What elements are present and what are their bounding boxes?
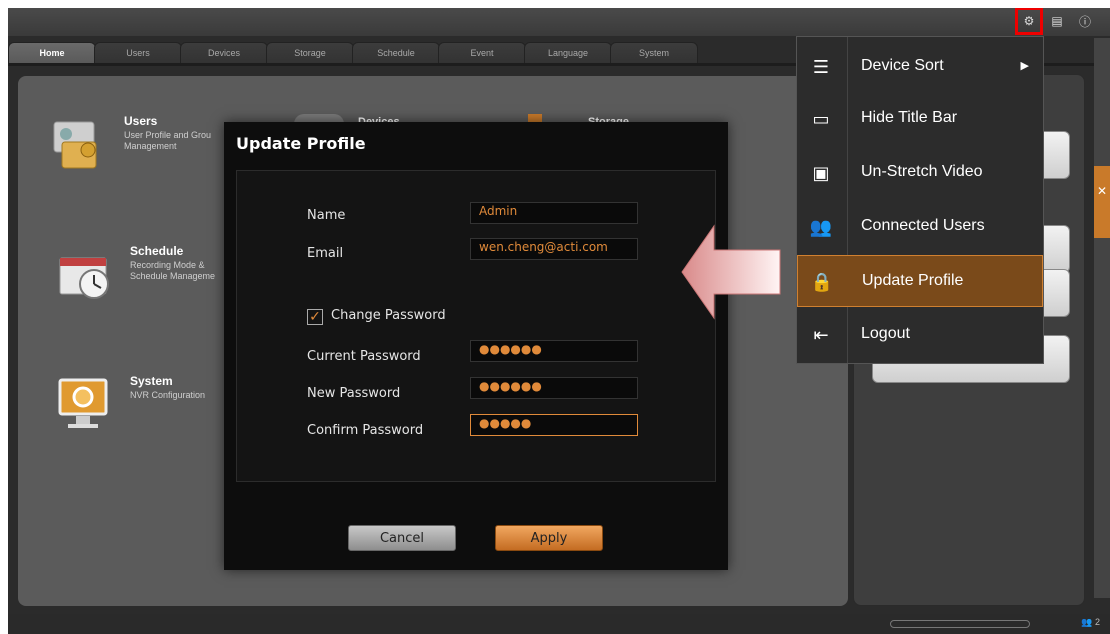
users-count: 2 xyxy=(1094,617,1100,627)
update-profile-dialog: Update Profile Name Admin Email wen.chen… xyxy=(224,122,728,570)
menu-item-label: Hide Title Bar xyxy=(861,109,958,126)
change-password-checkbox[interactable]: ✓ xyxy=(307,309,323,325)
lock-icon: 🔒 xyxy=(810,271,834,293)
home-item-title: System xyxy=(130,374,173,388)
cancel-button[interactable]: Cancel xyxy=(348,525,456,551)
tab-devices[interactable]: Devices xyxy=(180,42,268,64)
tools-icon[interactable]: ✕ xyxy=(1094,166,1110,238)
menu-item-label: Device Sort xyxy=(861,57,944,74)
home-item-desc: User Profile and Grou Management xyxy=(124,130,212,151)
menu-item-label: Update Profile xyxy=(862,272,964,289)
current-password-label: Current Password xyxy=(307,349,421,364)
tab-system[interactable]: System xyxy=(610,42,698,64)
menu-item-update-profile[interactable]: 🔒 Update Profile xyxy=(797,255,1043,307)
settings-gear-icon[interactable]: ⚙ xyxy=(1015,8,1043,35)
change-password-label: Change Password xyxy=(331,308,446,323)
home-item-desc: Recording Mode & Schedule Manageme xyxy=(130,260,216,281)
home-item-users[interactable]: Users User Profile and Grou Management xyxy=(48,114,211,178)
tab-home[interactable]: Home xyxy=(8,42,96,64)
home-item-title: Schedule xyxy=(130,244,184,258)
title-bar: ⚙ ▤ ⓘ xyxy=(8,8,1110,36)
tab-language[interactable]: Language xyxy=(524,42,612,64)
tab-schedule[interactable]: Schedule xyxy=(352,42,440,64)
tab-event[interactable]: Event xyxy=(438,42,526,64)
new-password-label: New Password xyxy=(307,386,401,401)
menu-item-label: Un-Stretch Video xyxy=(861,163,983,180)
menu-item-unstretch-video[interactable]: ▣ Un-Stretch Video xyxy=(797,147,1043,199)
tab-storage[interactable]: Storage xyxy=(266,42,354,64)
users-icon: 👥 xyxy=(809,216,833,238)
menu-item-connected-users[interactable]: 👥 Connected Users xyxy=(797,201,1043,253)
calendar-clock-icon xyxy=(59,257,109,299)
menu-item-device-sort[interactable]: ☰ Device Sort ▶ xyxy=(797,41,1043,93)
users-small-icon: 👥 xyxy=(1081,617,1093,627)
users-card-icon xyxy=(53,121,97,169)
title-bar-icons: ⚙ ▤ ⓘ xyxy=(1015,8,1094,35)
home-item-desc: NVR Configuration xyxy=(130,390,206,400)
menu-item-hide-title-bar[interactable]: ▭ Hide Title Bar xyxy=(797,93,1043,145)
info-icon[interactable]: ⓘ xyxy=(1076,12,1094,30)
status-progress-track xyxy=(890,620,1030,628)
home-item-schedule[interactable]: Schedule Recording Mode & Schedule Manag… xyxy=(54,244,215,308)
side-collapse-strip[interactable] xyxy=(1094,38,1110,598)
menu-item-label: Connected Users xyxy=(861,217,985,234)
new-password-field[interactable]: ●●●●●● xyxy=(470,377,638,399)
document-icon[interactable]: ▤ xyxy=(1048,12,1066,30)
connected-users-count: 👥 2 xyxy=(1081,617,1100,628)
email-label: Email xyxy=(307,246,344,261)
tab-users[interactable]: Users xyxy=(94,42,182,64)
window-frame-icon: ▭ xyxy=(812,108,830,130)
home-item-system[interactable]: System NVR Configuration xyxy=(54,374,205,438)
name-field[interactable]: Admin xyxy=(470,202,638,224)
logout-icon: ⇤ xyxy=(813,324,829,346)
apply-button[interactable]: Apply xyxy=(495,525,603,551)
submenu-arrow-icon: ▶ xyxy=(1020,59,1029,72)
pointer-arrow-icon xyxy=(681,224,781,320)
current-password-field[interactable]: ●●●●●● xyxy=(470,340,638,362)
menu-item-label: Logout xyxy=(861,325,910,342)
settings-dropdown-menu: ☰ Device Sort ▶ ▭ Hide Title Bar ▣ Un-St… xyxy=(796,36,1044,364)
name-label: Name xyxy=(307,208,346,223)
status-bar: 👥 2 xyxy=(8,614,1110,634)
dialog-title: Update Profile xyxy=(236,134,366,153)
menu-item-logout[interactable]: ⇤ Logout xyxy=(797,309,1043,361)
confirm-password-field[interactable]: ●●●●● xyxy=(470,414,638,436)
main-tabs: Home Users Devices Storage Schedule Even… xyxy=(8,42,828,64)
video-frame-icon: ▣ xyxy=(812,162,830,184)
monitor-gear-icon xyxy=(58,378,108,428)
home-item-title: Users xyxy=(124,114,158,128)
confirm-password-label: Confirm Password xyxy=(307,423,424,438)
list-icon: ☰ xyxy=(812,56,830,78)
email-field[interactable]: wen.cheng@acti.com xyxy=(470,238,638,260)
